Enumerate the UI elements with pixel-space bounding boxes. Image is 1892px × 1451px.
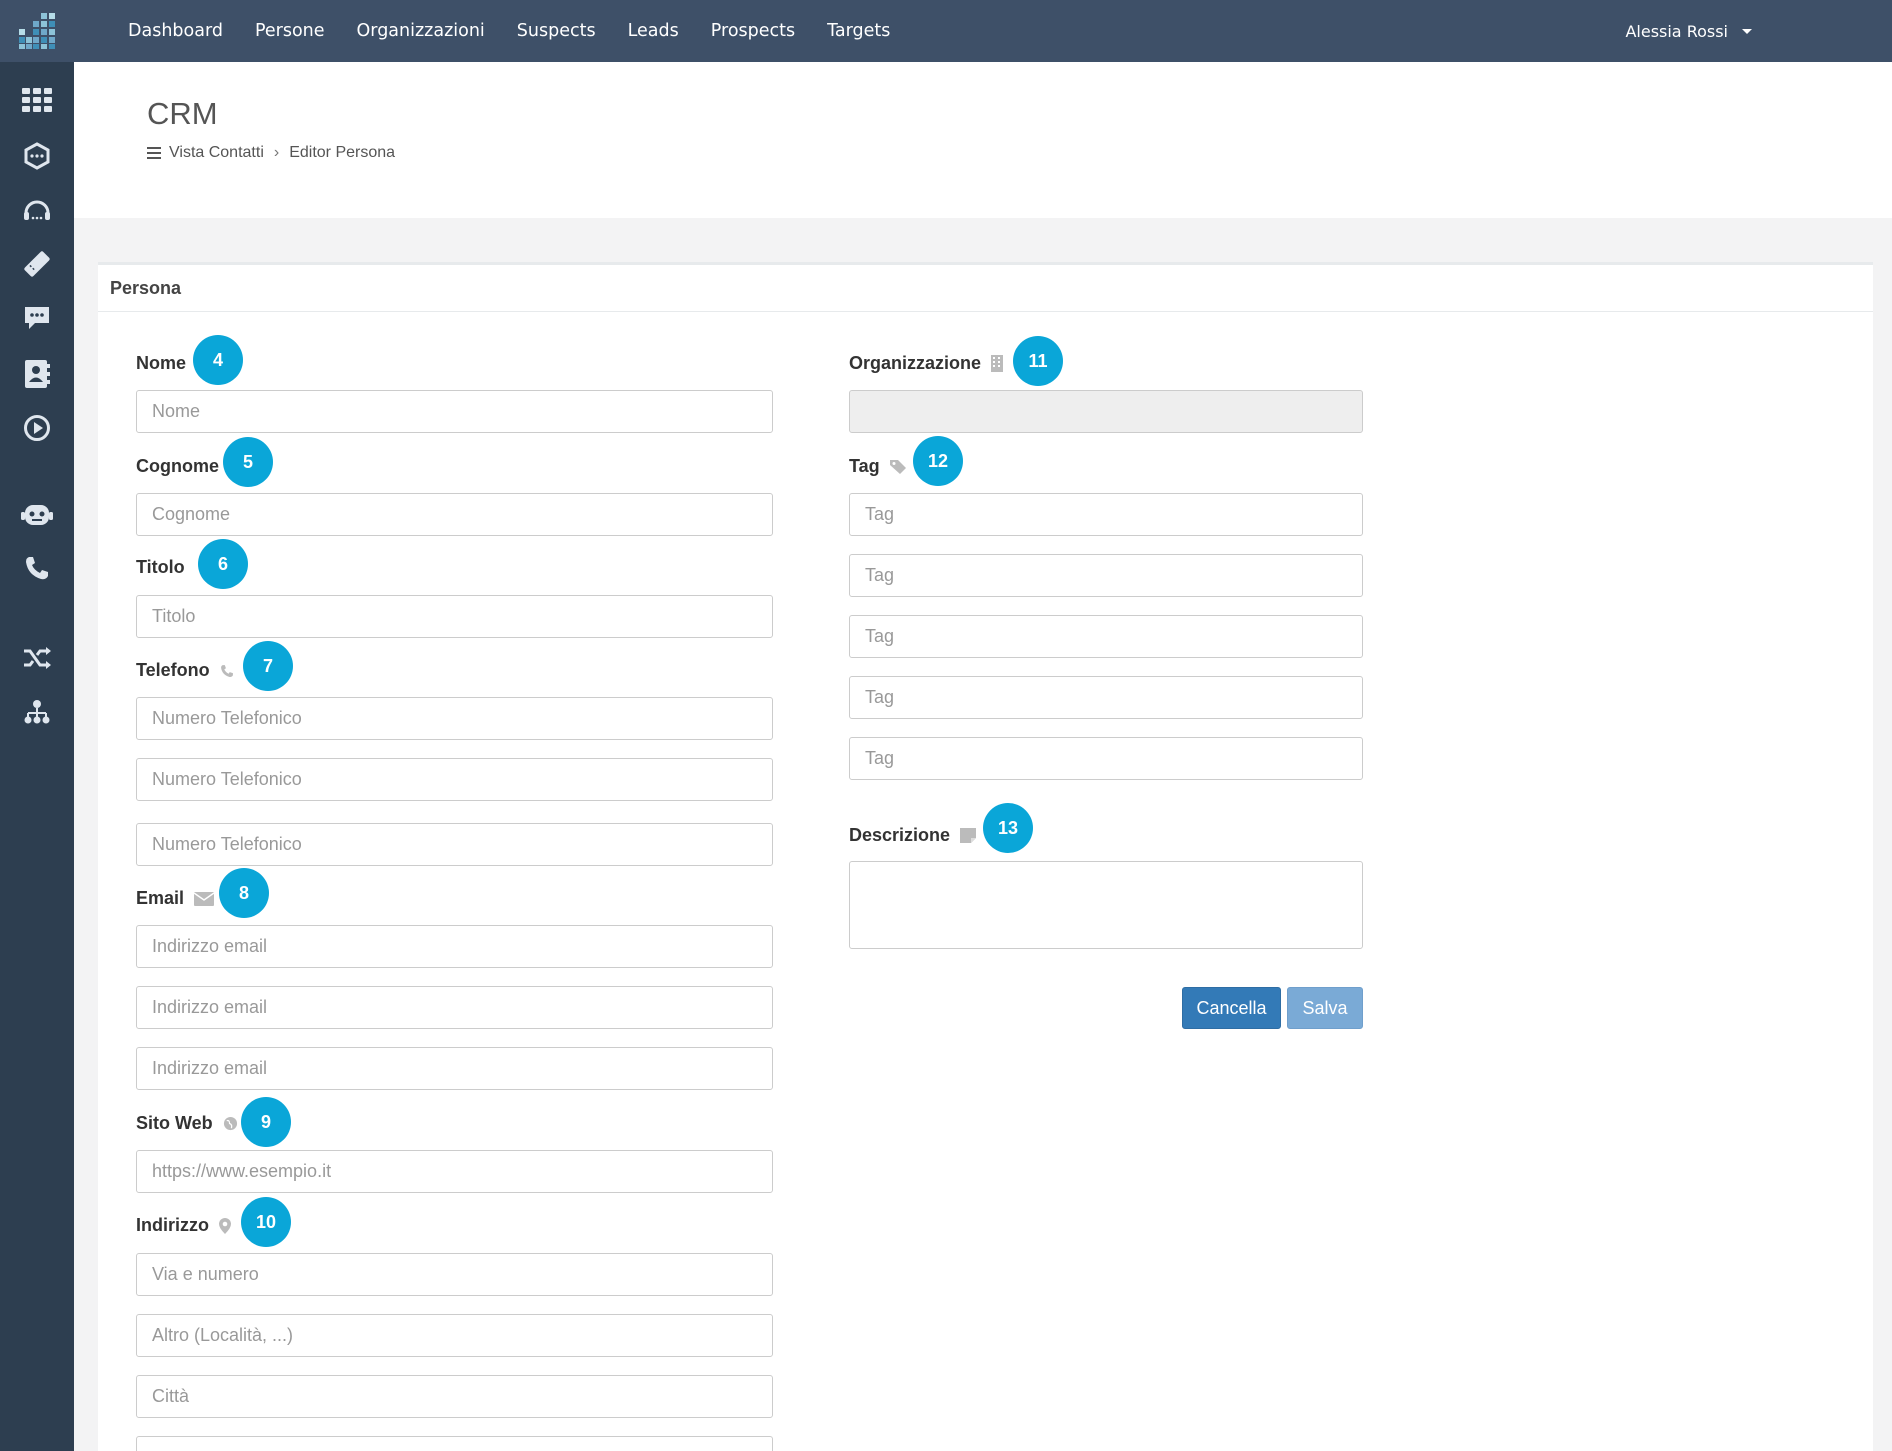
page-title: CRM: [147, 96, 218, 131]
nav-targets[interactable]: Targets: [827, 21, 890, 41]
step-badge-5: 5: [223, 437, 273, 487]
hexagon-icon[interactable]: [0, 134, 74, 178]
step-badge-4: 4: [193, 335, 243, 385]
telefono-input-1[interactable]: [136, 697, 773, 740]
step-badge-11: 11: [1013, 336, 1063, 386]
tag-input-3[interactable]: [849, 615, 1363, 658]
descrizione-textarea[interactable]: [849, 861, 1363, 949]
via-numero-input[interactable]: [136, 1253, 773, 1296]
nav-organizzazioni[interactable]: Organizzazioni: [357, 21, 485, 41]
nav-dashboard[interactable]: Dashboard: [128, 21, 223, 41]
telefono-label: Telefono: [136, 660, 234, 681]
organizzazione-input: [849, 390, 1363, 433]
note-icon: [960, 828, 977, 843]
logo-icon: [19, 13, 55, 49]
tag-input-5[interactable]: [849, 737, 1363, 780]
apps-grid-icon[interactable]: [0, 78, 74, 122]
step-badge-8: 8: [219, 868, 269, 918]
telefono-input-3[interactable]: [136, 823, 773, 866]
step-badge-13: 13: [983, 803, 1033, 853]
user-menu[interactable]: Alessia Rossi: [1625, 0, 1752, 62]
headset-icon[interactable]: [0, 188, 74, 232]
email-label: Email: [136, 888, 215, 909]
app-logo[interactable]: [0, 0, 74, 62]
robot-icon[interactable]: [0, 492, 74, 536]
panel-title: Persona: [98, 265, 1873, 312]
phone-icon[interactable]: [0, 546, 74, 590]
breadcrumb-separator-icon: ›: [273, 144, 280, 161]
main-nav: Dashboard Persone Organizzazioni Suspect…: [128, 0, 922, 62]
user-name: Alessia Rossi: [1625, 21, 1728, 41]
tag-input-4[interactable]: [849, 676, 1363, 719]
step-badge-10: 10: [241, 1197, 291, 1247]
citta-input[interactable]: [136, 1375, 773, 1418]
cognome-label: Cognome: [136, 456, 219, 476]
telefono-input-2[interactable]: [136, 758, 773, 801]
phone-icon: [220, 664, 234, 678]
breadcrumb-editor-persona: Editor Persona: [289, 144, 396, 161]
email-input-2[interactable]: [136, 986, 773, 1029]
sito-web-label: Sito Web: [136, 1113, 238, 1134]
step-badge-7: 7: [243, 641, 293, 691]
titolo-label: Titolo: [136, 557, 185, 577]
org-chart-icon[interactable]: [0, 690, 74, 734]
organizzazione-label: Organizzazione: [849, 353, 1004, 374]
nome-label: Nome: [136, 353, 187, 373]
globe-icon: [223, 1116, 238, 1131]
descrizione-label: Descrizione: [849, 825, 977, 846]
breadcrumb-vista-contatti[interactable]: Vista Contatti: [169, 144, 264, 162]
sidebar: [0, 62, 74, 1451]
tag-input-2[interactable]: [849, 554, 1363, 597]
tag-input-1[interactable]: [849, 493, 1363, 536]
map-pin-icon: [219, 1217, 231, 1234]
step-badge-12: 12: [913, 436, 963, 486]
nav-suspects[interactable]: Suspects: [517, 21, 596, 41]
shuffle-icon[interactable]: [0, 636, 74, 680]
envelope-icon: [194, 891, 215, 906]
email-input-1[interactable]: [136, 925, 773, 968]
save-button[interactable]: Salva: [1287, 987, 1363, 1029]
breadcrumb: Vista Contatti › Editor Persona: [147, 144, 395, 162]
building-icon: [991, 355, 1004, 372]
titolo-input[interactable]: [136, 595, 773, 638]
altro-localita-input[interactable]: [136, 1314, 773, 1357]
cancel-button[interactable]: Cancella: [1182, 987, 1281, 1029]
page-header: CRM Vista Contatti › Editor Persona: [74, 62, 1892, 218]
play-icon[interactable]: [0, 406, 74, 450]
step-badge-9: 9: [241, 1097, 291, 1147]
persona-panel: Persona Nome 4 Cognome 5 Titolo 6 Telefo…: [98, 262, 1873, 1451]
step-badge-6: 6: [198, 539, 248, 589]
nav-leads[interactable]: Leads: [628, 21, 679, 41]
tag-icon: [889, 459, 907, 474]
caret-down-icon: [1742, 28, 1752, 34]
sito-web-input[interactable]: [136, 1150, 773, 1193]
top-navbar: Dashboard Persone Organizzazioni Suspect…: [0, 0, 1892, 62]
nav-prospects[interactable]: Prospects: [711, 21, 795, 41]
ticket-icon[interactable]: [0, 242, 74, 286]
nav-persone[interactable]: Persone: [255, 21, 325, 41]
cognome-input[interactable]: [136, 493, 773, 536]
address-next-input[interactable]: [136, 1436, 773, 1451]
contacts-book-icon[interactable]: [0, 352, 74, 396]
email-input-3[interactable]: [136, 1047, 773, 1090]
chat-icon[interactable]: [0, 296, 74, 340]
indirizzo-label: Indirizzo: [136, 1215, 231, 1236]
nome-input[interactable]: [136, 390, 773, 433]
menu-lines-icon: [147, 147, 161, 159]
tag-label: Tag: [849, 456, 907, 477]
